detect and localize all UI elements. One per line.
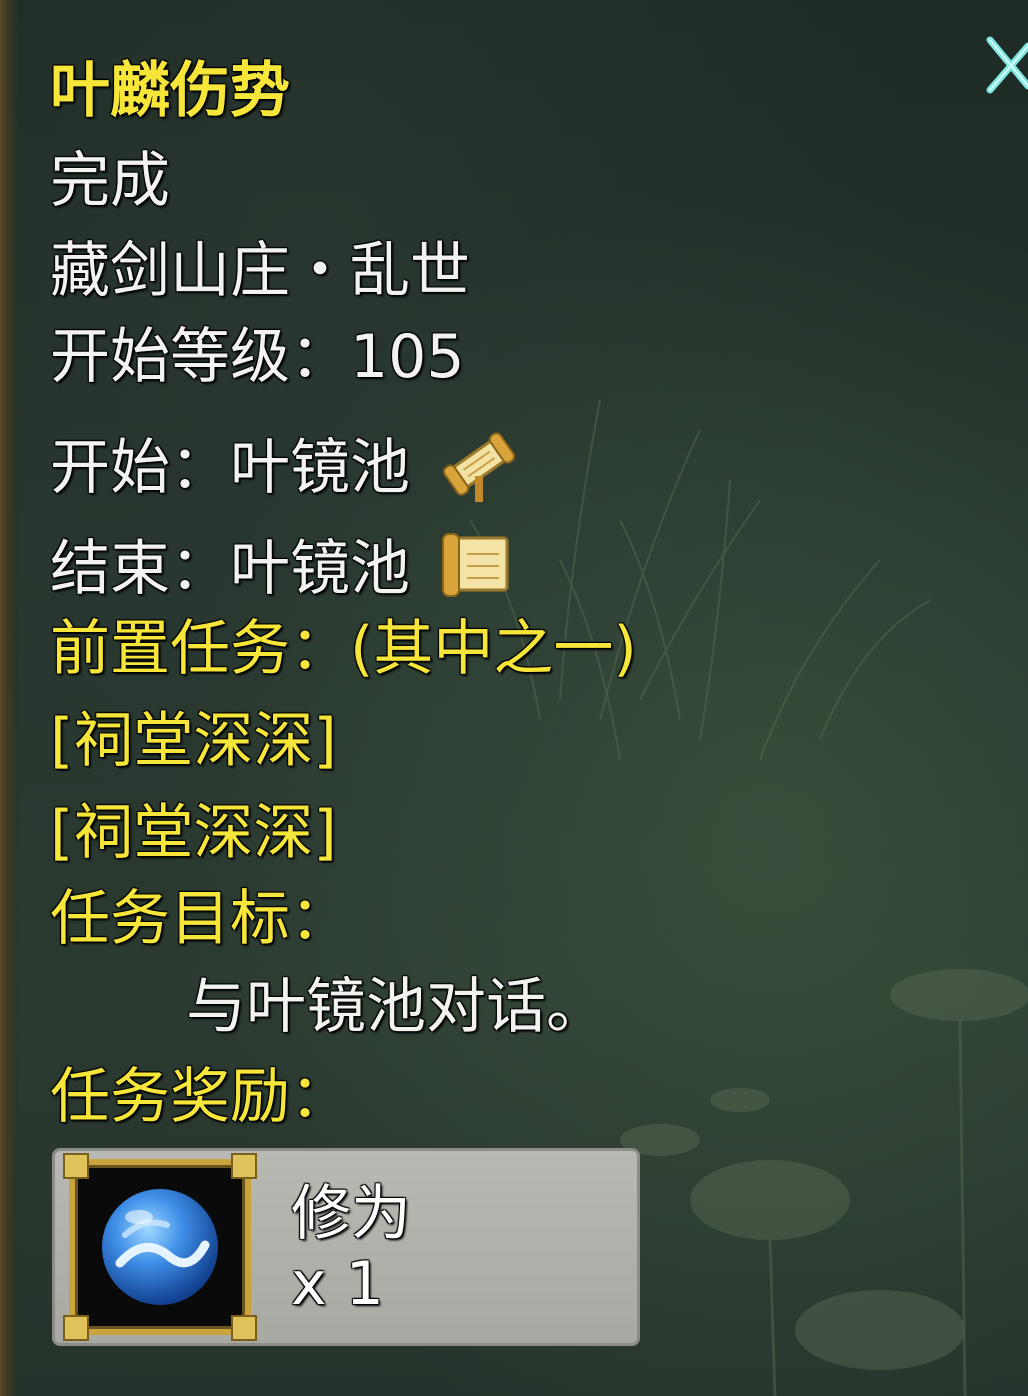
quest-title: 叶麟伤势 — [50, 56, 290, 126]
scroll-closed-icon[interactable] — [439, 530, 511, 615]
end-npc-label: 结束： — [50, 534, 230, 605]
quest-status: 完成 — [50, 146, 170, 216]
start-npc: 开始：叶镜池 — [50, 424, 519, 519]
start-npc-name[interactable]: 叶镜池 — [230, 433, 410, 503]
reward-icon-frame[interactable] — [63, 1153, 257, 1341]
prerequisite-quest-link[interactable]: [祠堂深深] — [50, 706, 337, 776]
end-npc-name[interactable]: 叶镜池 — [230, 534, 410, 604]
scroll-open-icon[interactable] — [439, 424, 519, 519]
prerequisite-label: 前置任务：(其中之一) — [50, 614, 637, 684]
prerequisite-quest-link[interactable]: [祠堂深深] — [50, 798, 337, 868]
start-level-value: 105 — [350, 322, 465, 392]
start-level-label: 开始等级： — [50, 322, 350, 392]
objective-label: 任务目标： — [50, 884, 350, 954]
objective-text: 与叶镜池对话。 — [186, 972, 606, 1042]
close-icon — [986, 36, 1028, 94]
start-level: 开始等级：105 — [50, 322, 465, 392]
reward-item-slot[interactable]: 修为 x 1 — [52, 1148, 640, 1346]
reward-label: 任务奖励： — [50, 1062, 350, 1132]
reward-name: 修为 — [291, 1179, 411, 1249]
reward-count: x 1 — [291, 1249, 384, 1319]
start-npc-label: 开始： — [50, 433, 230, 504]
end-npc: 结束：叶镜池 — [50, 530, 511, 615]
quest-area: 藏剑山庄・乱世 — [50, 236, 470, 306]
blue-orb-icon — [102, 1189, 218, 1305]
close-button[interactable] — [980, 30, 1028, 100]
